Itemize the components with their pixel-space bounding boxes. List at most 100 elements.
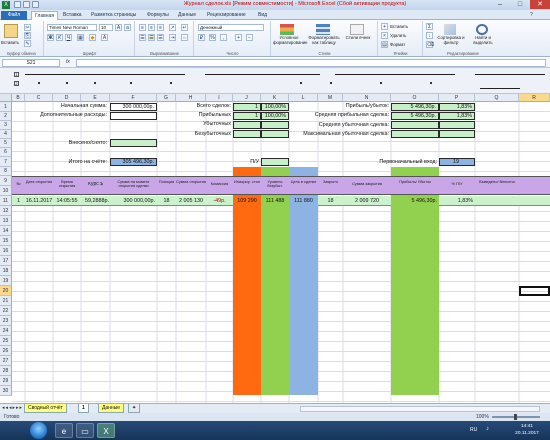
cell-closed[interactable]: 18 xyxy=(318,198,343,204)
extra-costs-value[interactable] xyxy=(110,112,157,120)
total-value[interactable]: 305 496,30р. xyxy=(110,158,157,166)
minimize-icon[interactable]: – xyxy=(490,0,510,9)
paste-icon[interactable] xyxy=(4,24,18,38)
row-header[interactable]: 2 xyxy=(0,112,12,121)
col-header[interactable]: M xyxy=(318,94,343,102)
number-format-select[interactable]: Денежный xyxy=(198,24,264,31)
percent-icon[interactable]: % xyxy=(209,34,216,41)
fill-icon[interactable]: ↓ xyxy=(426,32,433,39)
col-header[interactable]: F xyxy=(110,94,157,102)
row-header[interactable]: 14 xyxy=(0,226,12,236)
clear-icon[interactable]: ⌫ xyxy=(426,41,434,48)
align-center-icon[interactable]: ☰ xyxy=(148,34,155,41)
breakeven-deals-count[interactable] xyxy=(233,130,261,138)
col-header[interactable]: H xyxy=(176,94,206,102)
col-header[interactable]: D xyxy=(53,94,81,102)
row-header[interactable]: 1 xyxy=(0,102,12,112)
paste-button[interactable]: Вставить xyxy=(1,40,19,45)
row-header[interactable]: 4 xyxy=(0,130,12,139)
cell-target[interactable]: 111 880 xyxy=(289,198,318,204)
align-top-icon[interactable]: ≡ xyxy=(139,24,146,31)
row-header[interactable]: 12 xyxy=(0,206,12,216)
redo-icon[interactable] xyxy=(32,1,39,8)
cell-open-sum[interactable]: 2 005 130 xyxy=(176,198,206,204)
col-header[interactable]: P xyxy=(439,94,475,102)
grow-font-icon[interactable]: A xyxy=(115,24,122,31)
borders-icon[interactable]: ▦ xyxy=(77,34,84,41)
pl-value[interactable]: 5 496,30р. xyxy=(391,103,439,111)
clock[interactable]: 14:41 20.11.2017 xyxy=(506,423,548,437)
profit-deals-pct[interactable]: 100,00% xyxy=(261,112,289,120)
explorer-icon[interactable]: ▭ xyxy=(76,423,94,438)
thousands-icon[interactable]: , xyxy=(220,34,227,41)
help-icon[interactable]: ? xyxy=(530,12,533,18)
zoom-slider-thumb[interactable] xyxy=(514,414,517,420)
row-header[interactable]: 18 xyxy=(0,266,12,276)
ie-icon[interactable]: e xyxy=(55,423,73,438)
fx-icon[interactable]: fx xyxy=(66,59,70,65)
row-header[interactable]: 9 xyxy=(0,176,12,186)
col-header[interactable]: L xyxy=(289,94,318,102)
format-button[interactable]: Формат xyxy=(390,42,405,47)
cell-open-amount[interactable]: 300 000,00р. xyxy=(110,198,157,204)
col-header[interactable]: G xyxy=(157,94,176,102)
cell-styles-button[interactable]: Стили ячеек xyxy=(344,35,372,41)
align-middle-icon[interactable]: ≡ xyxy=(148,24,155,31)
row-header[interactable]: 6 xyxy=(0,148,12,157)
row-header[interactable]: 21 xyxy=(0,296,12,306)
col-header[interactable]: K xyxy=(261,94,289,102)
align-right-icon[interactable]: ☰ xyxy=(157,34,164,41)
format-cells-icon[interactable]: ▤ xyxy=(381,41,388,48)
format-table-icon[interactable] xyxy=(316,24,330,35)
find-select-button[interactable]: Найти и выделить xyxy=(468,35,498,45)
cell-date[interactable]: 16.11.2017 xyxy=(25,198,53,204)
insert-cells-icon[interactable]: + xyxy=(381,23,388,30)
autosum-icon[interactable]: Σ xyxy=(426,23,433,30)
row-header[interactable]: 15 xyxy=(0,236,12,246)
row-header[interactable]: 17 xyxy=(0,256,12,266)
align-bottom-icon[interactable]: ≡ xyxy=(157,24,164,31)
outline-level-1-button[interactable]: 1 xyxy=(14,72,19,77)
max-loss-value[interactable] xyxy=(391,130,439,138)
cell-time[interactable]: 14:05:55 xyxy=(53,198,81,204)
row-header[interactable]: 27 xyxy=(0,356,12,366)
copy-icon[interactable]: ⎘ xyxy=(24,32,31,39)
active-cell[interactable] xyxy=(519,286,550,296)
font-name-select[interactable]: Times New Roman xyxy=(47,24,97,31)
format-painter-icon[interactable]: ✎ xyxy=(24,40,31,47)
cell-rate[interactable]: 59,2888р. xyxy=(81,198,110,204)
conditional-format-icon[interactable] xyxy=(280,24,294,35)
row-header[interactable]: 13 xyxy=(0,216,12,226)
loss-deals-pct[interactable] xyxy=(261,121,289,129)
underline-icon[interactable]: Ч xyxy=(65,34,72,41)
language-indicator[interactable]: RU xyxy=(470,427,477,433)
format-as-table-button[interactable]: Форматировать как таблицу xyxy=(308,35,340,45)
font-color-icon[interactable]: A xyxy=(101,34,108,41)
delete-cells-icon[interactable]: × xyxy=(381,32,388,39)
col-header[interactable]: C xyxy=(25,94,53,102)
tab-view[interactable]: Вид xyxy=(255,11,270,20)
font-size-select[interactable]: 10 xyxy=(99,24,113,31)
tab-review[interactable]: Рецензирование xyxy=(204,11,249,20)
insert-button[interactable]: Вставить xyxy=(390,24,408,29)
excel-taskbar-icon[interactable]: X xyxy=(97,423,115,438)
tab-data[interactable]: Данные xyxy=(175,11,199,20)
merge-icon[interactable]: ⇔ xyxy=(181,34,188,41)
decrease-decimal-icon[interactable]: − xyxy=(246,34,253,41)
row-header[interactable]: 19 xyxy=(0,276,12,286)
fill-color-icon[interactable]: ◆ xyxy=(89,34,96,41)
sheet-tab-summary[interactable]: Сводный отчёт xyxy=(24,404,67,413)
formula-input[interactable] xyxy=(76,59,546,67)
indent-icon[interactable]: ⇥ xyxy=(169,34,176,41)
undo-icon[interactable] xyxy=(23,1,30,8)
row-header[interactable]: 7 xyxy=(0,157,12,167)
sheet-tab-1[interactable]: 1 xyxy=(78,404,89,413)
start-sum-value[interactable]: 300 000,00р. xyxy=(110,103,157,111)
col-header[interactable]: O xyxy=(391,94,439,102)
new-sheet-icon[interactable]: ✦ xyxy=(128,404,141,413)
row-header[interactable]: 22 xyxy=(0,306,12,316)
italic-icon[interactable]: К xyxy=(56,34,63,41)
orientation-icon[interactable]: ↗ xyxy=(169,24,176,31)
bold-icon[interactable]: Ж xyxy=(47,34,54,41)
col-header-selected[interactable]: R xyxy=(519,94,550,102)
